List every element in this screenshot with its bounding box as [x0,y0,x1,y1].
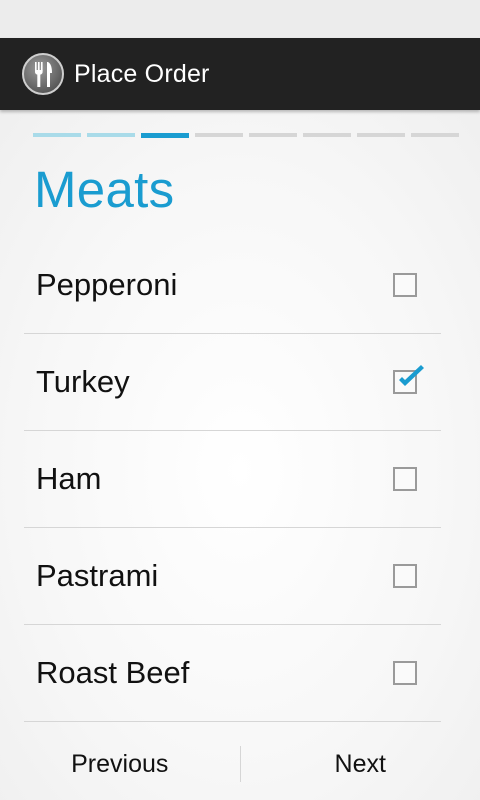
checkbox-pepperoni[interactable] [393,273,417,297]
progress-step-1 [33,133,81,137]
page-title: Meats [34,161,175,218]
item-label: Turkey [36,364,130,399]
action-bar: Place Order [0,38,480,110]
status-bar [0,0,480,38]
list-item-pastrami[interactable]: Pastrami [24,528,441,625]
app-title: Place Order [74,59,210,88]
progress-step-8 [411,133,459,137]
progress-step-4 [195,133,243,137]
item-label: Pepperoni [36,267,178,302]
list-item-pepperoni[interactable]: Pepperoni [24,237,441,334]
list-item-ham[interactable]: Ham [24,431,441,528]
progress-step-3 [141,133,189,138]
list-item-roast-beef[interactable]: Roast Beef [24,625,441,722]
progress-step-6 [303,133,351,137]
wizard-progress [33,133,459,138]
progress-step-5 [249,133,297,137]
progress-step-7 [357,133,405,137]
checkbox-pastrami[interactable] [393,564,417,588]
checkmark-icon [399,365,424,386]
progress-step-2 [87,133,135,137]
checkbox-ham[interactable] [393,467,417,491]
next-button[interactable]: Next [241,728,480,800]
checkbox-turkey[interactable] [393,365,424,394]
item-label: Roast Beef [36,655,190,690]
fork-knife-icon[interactable] [22,53,64,95]
checkbox-roast-beef[interactable] [393,661,417,685]
meat-list: Pepperoni Turkey Ham Pastrami Roast Beef [24,237,441,722]
wizard-nav-bar: Previous Next [0,728,480,800]
item-label: Ham [36,461,102,496]
item-label: Pastrami [36,558,159,593]
list-item-turkey[interactable]: Turkey [24,334,441,431]
previous-button[interactable]: Previous [0,728,240,800]
